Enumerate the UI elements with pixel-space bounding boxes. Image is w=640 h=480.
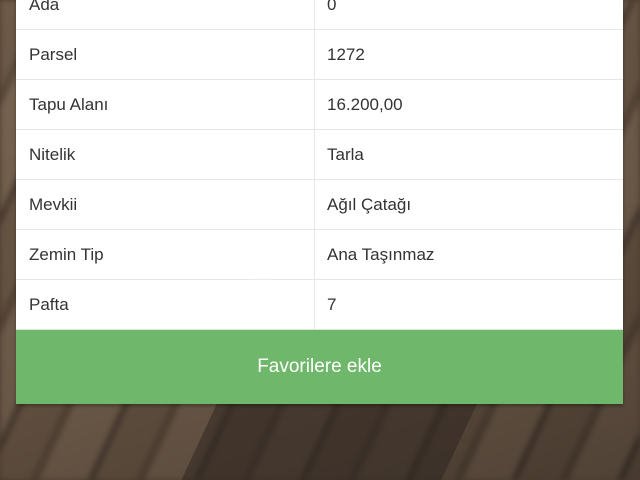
table-row: Parsel 1272	[16, 30, 623, 80]
row-label: Parsel	[16, 30, 315, 79]
row-value: 16.200,00	[327, 94, 403, 114]
row-value: 1272	[327, 44, 365, 64]
add-to-favorites-button[interactable]: Favorilere ekle	[16, 330, 623, 404]
table-row: Mevkii Ağıl Çatağı	[16, 180, 623, 230]
property-details-table: Ada 0 Parsel 1272 Tapu Alanı 16.200,00 N…	[16, 0, 623, 330]
table-row: Zemin Tip Ana Taşınmaz	[16, 230, 623, 280]
row-value: Ana Taşınmaz	[327, 244, 435, 264]
table-row: Nitelik Tarla	[16, 130, 623, 180]
row-label: Nitelik	[16, 130, 315, 179]
row-label: Ada	[16, 0, 315, 29]
row-label: Mevkii	[16, 180, 315, 229]
row-value: 7	[327, 294, 337, 314]
table-row: Tapu Alanı 16.200,00	[16, 80, 623, 130]
row-label: Tapu Alanı	[16, 80, 315, 129]
row-value: 0	[327, 0, 337, 14]
table-row: Pafta 7	[16, 280, 623, 330]
background-shadow	[181, 400, 479, 480]
table-row: Ada 0	[16, 0, 623, 30]
row-label: Zemin Tip	[16, 230, 315, 279]
row-value: Tarla	[327, 144, 364, 164]
row-value: Ağıl Çatağı	[327, 194, 412, 214]
row-label: Pafta	[16, 280, 315, 329]
